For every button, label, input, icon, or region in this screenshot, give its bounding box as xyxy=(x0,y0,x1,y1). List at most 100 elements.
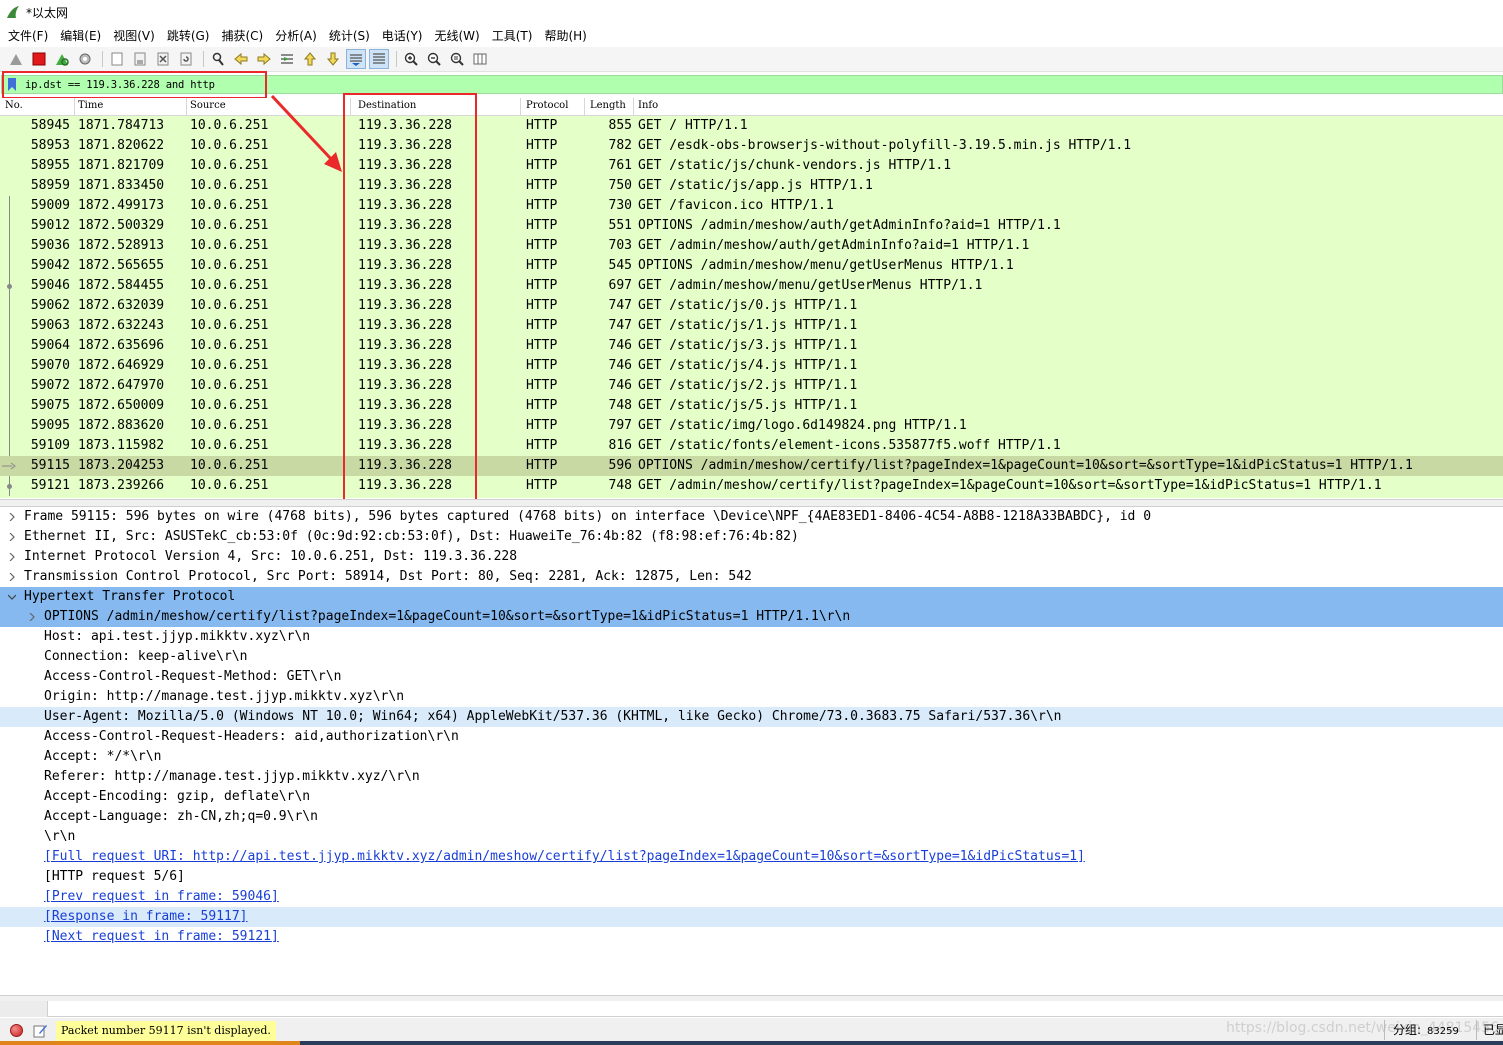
detail-link[interactable]: [Prev request in frame: 59046] xyxy=(44,887,279,907)
packet-row[interactable]: 58955 1871.821709 10.0.6.251 119.3.36.228 HT… xyxy=(0,156,1503,176)
resize-columns-icon[interactable] xyxy=(470,49,490,69)
detail-link[interactable]: [Full request URI: http://api.test.jjyp.… xyxy=(44,847,1085,867)
chevron-right-icon[interactable] xyxy=(28,613,36,621)
menu-item[interactable]: 编辑(E) xyxy=(56,27,109,44)
zoom-normal-icon[interactable] xyxy=(447,49,467,69)
column-header-no[interactable]: No. xyxy=(5,100,23,111)
detail-tree-item[interactable]: User-Agent: Mozilla/5.0 (Windows NT 10.0… xyxy=(0,707,1503,727)
toolbar-separator xyxy=(102,51,103,67)
detail-tree-item[interactable]: Ethernet II, Src: ASUSTekC_cb:53:0f (0c:… xyxy=(0,527,1503,547)
detail-tree-item[interactable]: Internet Protocol Version 4, Src: 10.0.6… xyxy=(0,547,1503,567)
packet-row[interactable]: 59072 1872.647970 10.0.6.251 119.3.36.228 HT… xyxy=(0,376,1503,396)
zoom-out-icon[interactable] xyxy=(424,49,444,69)
detail-tree-item[interactable]: [Full request URI: http://api.test.jjyp.… xyxy=(0,847,1503,867)
goto-icon[interactable] xyxy=(277,49,297,69)
column-header-info[interactable]: Info xyxy=(638,100,658,111)
expert-info-icon[interactable] xyxy=(10,1024,23,1037)
forward-arrow-icon[interactable] xyxy=(254,49,274,69)
detail-tree-item[interactable]: Referer: http://manage.test.jjyp.mikktv.… xyxy=(0,767,1503,787)
find-icon[interactable] xyxy=(208,49,228,69)
menu-item[interactable]: 无线(W) xyxy=(431,27,488,44)
packet-row[interactable]: 59063 1872.632243 10.0.6.251 119.3.36.228 HT… xyxy=(0,316,1503,336)
detail-tree-item[interactable]: Accept-Language: zh-CN,zh;q=0.9\r\n xyxy=(0,807,1503,827)
column-header-source[interactable]: Source xyxy=(190,100,226,111)
detail-text: Accept: */*\r\n xyxy=(44,749,162,764)
menu-item[interactable]: 捕获(C) xyxy=(217,27,271,44)
menu-item[interactable]: 文件(F) xyxy=(4,27,56,44)
packet-row[interactable]: 59064 1872.635696 10.0.6.251 119.3.36.228 HT… xyxy=(0,336,1503,356)
detail-tree-item[interactable]: OPTIONS /admin/meshow/certify/list?pageI… xyxy=(0,607,1503,627)
packet-row[interactable]: 58959 1871.833450 10.0.6.251 119.3.36.228 HT… xyxy=(0,176,1503,196)
options-gear-icon[interactable] xyxy=(75,49,95,69)
save-file-icon[interactable] xyxy=(130,49,150,69)
menu-item[interactable]: 跳转(G) xyxy=(163,27,218,44)
packet-row[interactable]: 59070 1872.646929 10.0.6.251 119.3.36.228 HT… xyxy=(0,356,1503,376)
detail-tree-item[interactable]: [Next request in frame: 59121] xyxy=(0,927,1503,947)
detail-tree-item[interactable]: Accept-Encoding: gzip, deflate\r\n xyxy=(0,787,1503,807)
detail-link[interactable]: [Response in frame: 59117] xyxy=(44,907,248,927)
detail-tree-item[interactable]: [Response in frame: 59117] xyxy=(0,907,1503,927)
first-packet-icon[interactable] xyxy=(300,49,320,69)
packet-row[interactable]: 59109 1873.115982 10.0.6.251 119.3.36.228 HT… xyxy=(0,436,1503,456)
reload-icon[interactable] xyxy=(176,49,196,69)
detail-tree-item[interactable]: [Prev request in frame: 59046] xyxy=(0,887,1503,907)
open-file-icon[interactable] xyxy=(107,49,127,69)
packet-row[interactable]: 59115 1873.204253 10.0.6.251 119.3.36.228 HT… xyxy=(0,456,1503,476)
detail-tree-item[interactable]: Frame 59115: 596 bytes on wire (4768 bit… xyxy=(0,507,1503,527)
column-header-protocol[interactable]: Protocol xyxy=(526,100,568,111)
menu-item[interactable]: 帮助(H) xyxy=(540,27,594,44)
packet-row[interactable]: 58945 1871.784713 10.0.6.251 119.3.36.228 HT… xyxy=(0,116,1503,136)
detail-tree-item[interactable]: \r\n xyxy=(0,827,1503,847)
column-header-length[interactable]: Length xyxy=(590,100,626,111)
chevron-right-icon[interactable] xyxy=(8,553,16,561)
menu-item[interactable]: 电话(Y) xyxy=(378,27,431,44)
detail-tree-item[interactable]: Origin: http://manage.test.jjyp.mikktv.x… xyxy=(0,687,1503,707)
chevron-right-icon[interactable] xyxy=(8,533,16,541)
detail-tree-item[interactable]: Access-Control-Request-Headers: aid,auth… xyxy=(0,727,1503,747)
detail-tree-item[interactable]: Access-Control-Request-Method: GET\r\n xyxy=(0,667,1503,687)
detail-tree-item[interactable]: [HTTP request 5/6] xyxy=(0,867,1503,887)
packet-row[interactable]: 59062 1872.632039 10.0.6.251 119.3.36.228 HT… xyxy=(0,296,1503,316)
detail-tree-item[interactable]: Hypertext Transfer Protocol xyxy=(0,587,1503,607)
menu-item[interactable]: 工具(T) xyxy=(488,27,541,44)
packet-row[interactable]: 59075 1872.650009 10.0.6.251 119.3.36.228 HT… xyxy=(0,396,1503,416)
back-arrow-icon[interactable] xyxy=(231,49,251,69)
chevron-down-icon[interactable] xyxy=(8,593,16,601)
packet-row[interactable]: 58953 1871.820622 10.0.6.251 119.3.36.228 HT… xyxy=(0,136,1503,156)
detail-tree-item[interactable]: Connection: keep-alive\r\n xyxy=(0,647,1503,667)
colorize-icon[interactable] xyxy=(369,49,389,69)
detail-tree-item[interactable]: Accept: */*\r\n xyxy=(0,747,1503,767)
packet-row[interactable]: 59012 1872.500329 10.0.6.251 119.3.36.228 HT… xyxy=(0,216,1503,236)
pane-splitter[interactable] xyxy=(0,499,1503,507)
shark-fin-icon[interactable] xyxy=(6,49,26,69)
detail-tree-item[interactable]: Transmission Control Protocol, Src Port:… xyxy=(0,567,1503,587)
packet-row[interactable]: 59095 1872.883620 10.0.6.251 119.3.36.228 HT… xyxy=(0,416,1503,436)
detail-tree-item[interactable]: Host: api.test.jjyp.mikktv.xyz\r\n xyxy=(0,627,1503,647)
bytes-tab[interactable] xyxy=(0,1001,48,1017)
packet-protocol: HTTP xyxy=(526,418,558,433)
detail-link[interactable]: [Next request in frame: 59121] xyxy=(44,927,279,947)
restart-icon[interactable] xyxy=(52,49,72,69)
packet-row[interactable]: 59121 1873.239266 10.0.6.251 119.3.36.228 HT… xyxy=(0,476,1503,496)
packet-row[interactable]: 59009 1872.499173 10.0.6.251 119.3.36.228 HT… xyxy=(0,196,1503,216)
packet-time: 1871.833450 xyxy=(78,178,165,193)
packet-row[interactable]: 59042 1872.565655 10.0.6.251 119.3.36.228 HT… xyxy=(0,256,1503,276)
menu-item[interactable]: 视图(V) xyxy=(109,27,163,44)
autoscroll-icon[interactable] xyxy=(346,49,366,69)
zoom-in-icon[interactable] xyxy=(401,49,421,69)
packet-info: GET /static/js/3.js HTTP/1.1 xyxy=(638,338,858,353)
stop-icon[interactable] xyxy=(29,49,49,69)
close-file-icon[interactable] xyxy=(153,49,173,69)
menu-item[interactable]: 统计(S) xyxy=(325,27,378,44)
packet-time: 1871.821709 xyxy=(78,158,165,173)
packet-protocol: HTTP xyxy=(526,158,558,173)
menu-item[interactable]: 分析(A) xyxy=(271,27,325,44)
capture-comment-icon[interactable] xyxy=(33,1023,48,1038)
detail-text: Referer: http://manage.test.jjyp.mikktv.… xyxy=(44,769,420,784)
column-header-time[interactable]: Time xyxy=(78,100,103,111)
packet-row[interactable]: 59036 1872.528913 10.0.6.251 119.3.36.228 HT… xyxy=(0,236,1503,256)
last-packet-icon[interactable] xyxy=(323,49,343,69)
chevron-right-icon[interactable] xyxy=(8,513,16,521)
packet-row[interactable]: 59046 1872.584455 10.0.6.251 119.3.36.228 HT… xyxy=(0,276,1503,296)
chevron-right-icon[interactable] xyxy=(8,573,16,581)
